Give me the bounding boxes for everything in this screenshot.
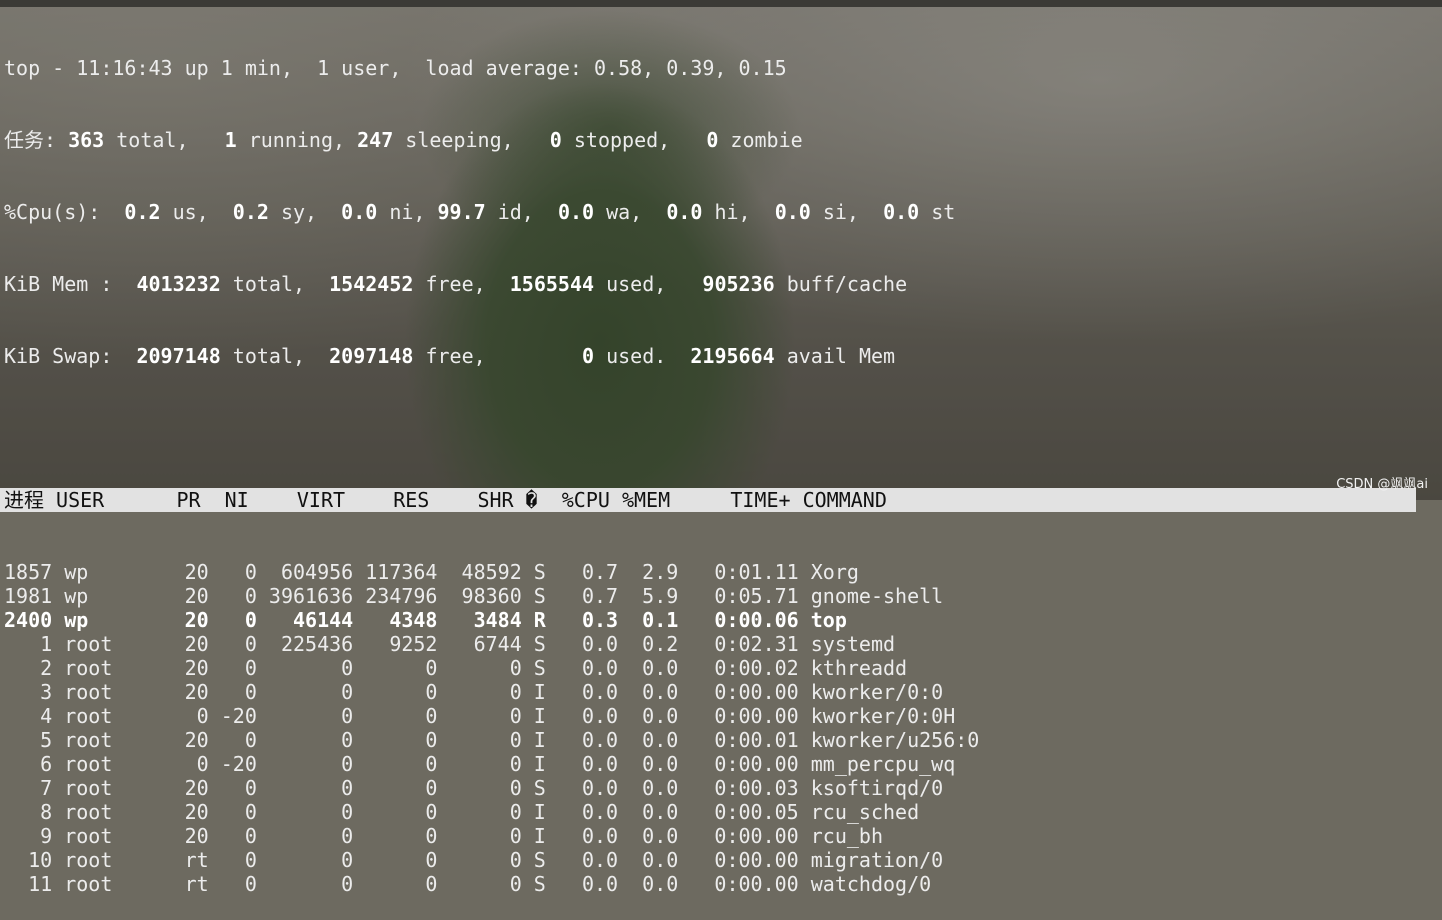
process-row: 3 root 20 0 0 0 0 I 0.0 0.0 0:00.00 kwor… xyxy=(4,680,944,704)
summary-text: total, xyxy=(220,344,330,368)
summary-text: wa, xyxy=(594,200,667,224)
summary-value: 0.0 xyxy=(774,200,811,224)
process-row: 1 root 20 0 225436 9252 6744 S 0.0 0.2 0… xyxy=(4,632,896,656)
summary-text: total, xyxy=(220,272,330,296)
summary-value: 363 xyxy=(56,128,105,152)
summary-value: 905236 xyxy=(702,272,775,296)
summary-text: KiB Swap: xyxy=(4,344,137,368)
summary-text: sy, xyxy=(268,200,342,224)
summary-value: 0.0 xyxy=(666,200,703,224)
summary-value: 0.0 xyxy=(883,200,920,224)
summary-text: KiB Mem : xyxy=(4,272,137,296)
summary-text: stopped, xyxy=(561,128,707,152)
summary-value: 2195664 xyxy=(690,344,775,368)
summary-value: 0 xyxy=(706,128,719,152)
process-row: 4 root 0 -20 0 0 0 I 0.0 0.0 0:00.00 kwo… xyxy=(4,704,956,728)
process-row: 10 root rt 0 0 0 0 S 0.0 0.0 0:00.00 mig… xyxy=(4,848,944,872)
summary-text: free, xyxy=(413,344,582,368)
summary-text: zombie xyxy=(718,128,803,152)
summary-value: 0.2 xyxy=(232,200,269,224)
process-row: 2 root 20 0 0 0 0 S 0.0 0.0 0:00.02 kthr… xyxy=(4,656,908,680)
summary-text: used. xyxy=(594,344,691,368)
process-row: 6 root 0 -20 0 0 0 I 0.0 0.0 0:00.00 mm_… xyxy=(4,752,956,776)
process-row: 1981 wp 20 0 3961636 234796 98360 S 0.7 … xyxy=(4,584,944,608)
summary-value: 0 xyxy=(549,128,562,152)
uptime-line: top - 11:16:43 up 1 min, 1 user, load av… xyxy=(4,56,787,80)
summary-value: 247 xyxy=(357,128,394,152)
cpu-line: %Cpu(s): 0.2 us, 0.2 sy, 0.0 ni, 99.7 id… xyxy=(4,200,1416,224)
summary-value: 99.7 xyxy=(437,200,486,224)
terminal-output[interactable]: top - 11:16:43 up 1 min, 1 user, load av… xyxy=(0,8,1416,920)
summary-value: 2097148 xyxy=(136,344,221,368)
summary-value: 0.0 xyxy=(341,200,378,224)
swap-line: KiB Swap: 2097148 total, 2097148 free, 0… xyxy=(4,344,1416,368)
summary-text: st xyxy=(919,200,956,224)
summary-value: 1 xyxy=(224,128,237,152)
summary-text: hi, xyxy=(702,200,775,224)
summary-text: 任务: xyxy=(4,128,57,152)
tasks-line: 任务: 363 total, 1 running, 247 sleeping, … xyxy=(4,128,1416,152)
summary-text: us, xyxy=(160,200,233,224)
process-row: 5 root 20 0 0 0 0 I 0.0 0.0 0:00.01 kwor… xyxy=(4,728,980,752)
summary-text: %Cpu(s): xyxy=(4,200,125,224)
process-row: 2400 wp 20 0 46144 4348 3484 R 0.3 0.1 0… xyxy=(4,608,847,632)
process-row: 8 root 20 0 0 0 0 I 0.0 0.0 0:00.05 rcu_… xyxy=(4,800,920,824)
summary-text: free, xyxy=(413,272,510,296)
process-table-header: 进程 USER PR NI VIRT RES SHR � %CPU %MEM T… xyxy=(0,488,1416,512)
summary-value: 1565544 xyxy=(509,272,595,296)
process-row: 9 root 20 0 0 0 0 I 0.0 0.0 0:00.00 rcu_… xyxy=(4,824,883,848)
summary-text: avail Mem xyxy=(774,344,896,368)
summary-text: sleeping, xyxy=(393,128,550,152)
process-row: 1857 wp 20 0 604956 117364 48592 S 0.7 2… xyxy=(4,560,859,584)
summary-text: buff/cache xyxy=(774,272,908,296)
summary-value: 4013232 xyxy=(136,272,221,296)
summary-value: 0 xyxy=(582,344,595,368)
summary-text: si, xyxy=(810,200,884,224)
summary-value: 0.2 xyxy=(124,200,161,224)
csdn-watermark: CSDN @飒飒ai xyxy=(1336,477,1428,492)
summary-text: running, xyxy=(236,128,358,152)
summary-text: id, xyxy=(485,200,558,224)
summary-text: total, xyxy=(104,128,225,152)
summary-text: ni, xyxy=(377,200,438,224)
process-row: 11 root rt 0 0 0 0 S 0.0 0.0 0:00.00 wat… xyxy=(4,872,932,896)
summary-value: 2097148 xyxy=(329,344,414,368)
summary-value: 1542452 xyxy=(329,272,414,296)
mem-line: KiB Mem : 4013232 total, 1542452 free, 1… xyxy=(4,272,1416,296)
summary-value: 0.0 xyxy=(557,200,595,224)
process-row: 7 root 20 0 0 0 0 S 0.0 0.0 0:00.03 ksof… xyxy=(4,776,944,800)
summary-text: used, xyxy=(594,272,703,296)
terminal-top-edge xyxy=(0,0,1442,7)
process-table-body: 1857 wp 20 0 604956 117364 48592 S 0.7 2… xyxy=(4,560,1416,896)
